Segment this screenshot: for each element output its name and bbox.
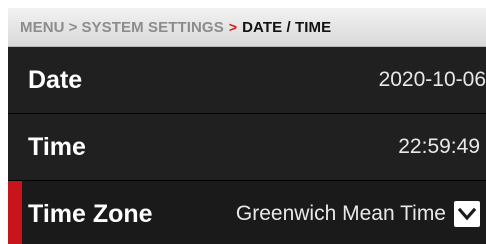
date-value: 2020-10-06 <box>378 68 486 91</box>
time-value: 22:59:49 <box>398 135 480 158</box>
time-label: Time <box>28 132 86 161</box>
timezone-dropdown[interactable]: Greenwich Mean Time <box>236 201 486 227</box>
breadcrumb: MENU > SYSTEM SETTINGS > DATE / TIME <box>8 8 486 47</box>
breadcrumb-system-settings[interactable]: SYSTEM SETTINGS <box>81 19 223 36</box>
setting-row-time[interactable]: Time 22:59:49 <box>8 114 486 181</box>
setting-row-date[interactable]: Date 2020-10-06 <box>8 47 486 114</box>
timezone-label: Time Zone <box>28 199 153 228</box>
settings-panel: MENU > SYSTEM SETTINGS > DATE / TIME Dat… <box>8 8 486 244</box>
dropdown-button[interactable] <box>454 201 480 227</box>
selection-indicator <box>8 181 22 244</box>
breadcrumb-menu[interactable]: MENU <box>20 19 65 36</box>
chevron-down-icon <box>458 207 476 221</box>
setting-row-timezone[interactable]: Time Zone Greenwich Mean Time <box>8 181 486 244</box>
breadcrumb-current: DATE / TIME <box>242 18 332 36</box>
date-label: Date <box>28 65 83 94</box>
breadcrumb-separator-current: > <box>228 19 238 35</box>
timezone-value: Greenwich Mean Time <box>235 202 446 225</box>
breadcrumb-separator: > <box>68 18 78 36</box>
